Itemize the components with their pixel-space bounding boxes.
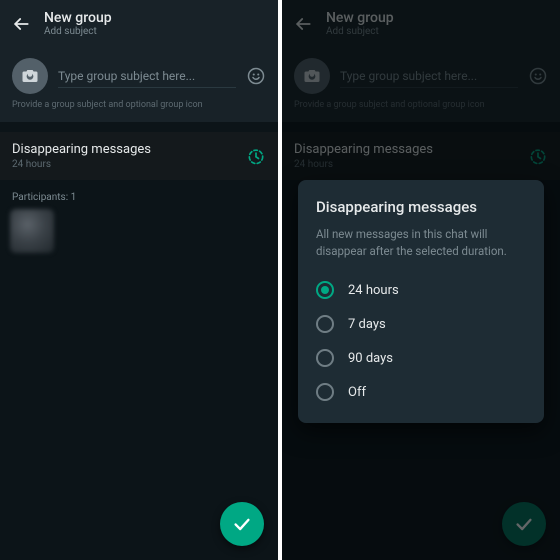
subject-hint: Provide a group subject and optional gro… bbox=[0, 100, 278, 122]
subject-row: Type group subject here... bbox=[0, 48, 278, 100]
group-avatar[interactable] bbox=[12, 58, 48, 94]
page-title: New group bbox=[44, 11, 112, 26]
page-subtitle: Add subject bbox=[44, 26, 112, 37]
participants-label: Participants: 1 bbox=[0, 180, 278, 209]
dialog-title: Disappearing messages bbox=[316, 198, 526, 216]
group-subject-input[interactable]: Type group subject here... bbox=[58, 65, 236, 88]
timer-icon bbox=[246, 146, 266, 166]
phone-left: New group Add subject Type group subject… bbox=[0, 0, 278, 560]
back-icon[interactable] bbox=[10, 13, 32, 35]
option-label: 90 days bbox=[348, 351, 393, 366]
option-label: Off bbox=[348, 385, 366, 400]
participant-avatar[interactable] bbox=[10, 209, 54, 253]
radio-icon bbox=[316, 349, 334, 367]
disappearing-row[interactable]: Disappearing messages 24 hours bbox=[0, 132, 278, 180]
disappearing-value: 24 hours bbox=[12, 159, 238, 170]
option-label: 24 hours bbox=[348, 283, 399, 298]
radio-icon bbox=[316, 281, 334, 299]
divider bbox=[0, 122, 278, 132]
radio-icon bbox=[316, 315, 334, 333]
confirm-fab[interactable] bbox=[220, 502, 264, 546]
option-7-days[interactable]: 7 days bbox=[316, 307, 526, 341]
app-bar: New group Add subject bbox=[0, 0, 278, 48]
title-wrap: New group Add subject bbox=[44, 11, 112, 37]
option-90-days[interactable]: 90 days bbox=[316, 341, 526, 375]
dialog-description: All new messages in this chat will disap… bbox=[316, 226, 526, 259]
disappearing-dialog: Disappearing messages All new messages i… bbox=[298, 180, 544, 423]
option-24-hours[interactable]: 24 hours bbox=[316, 273, 526, 307]
option-label: 7 days bbox=[348, 317, 386, 332]
emoji-icon[interactable] bbox=[246, 66, 266, 86]
disappearing-title: Disappearing messages bbox=[12, 142, 238, 157]
phone-right: New group Add subject Type group subject… bbox=[282, 0, 560, 560]
radio-icon bbox=[316, 383, 334, 401]
participants-list bbox=[0, 209, 278, 253]
option-off[interactable]: Off bbox=[316, 375, 526, 409]
